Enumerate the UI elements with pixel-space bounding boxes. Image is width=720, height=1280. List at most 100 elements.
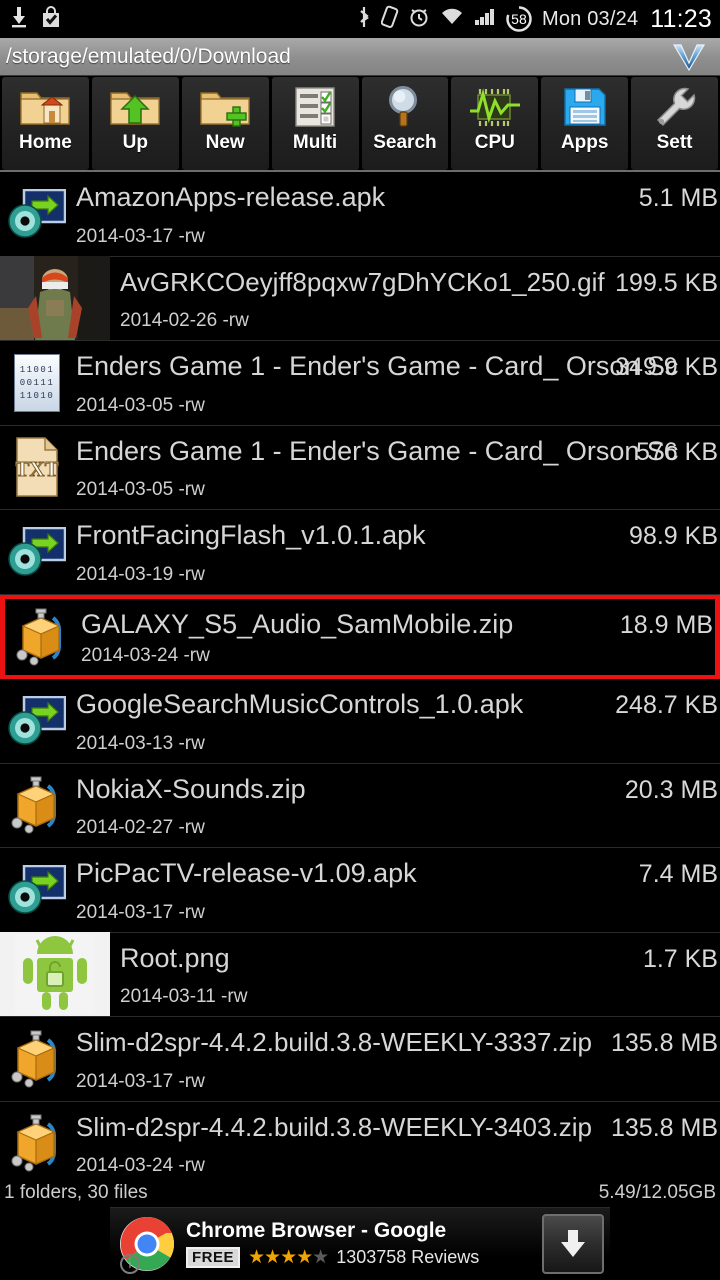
table-row[interactable]: TXT Enders Game 1 - Ender's Game - Card_… <box>0 426 720 510</box>
file-size: 20.3 MB <box>624 775 718 804</box>
toolbar-label-multi: Multi <box>292 132 338 153</box>
toolbar-button-multi[interactable]: Multi <box>271 77 359 170</box>
table-row[interactable]: GoogleSearchMusicControls_1.0.apk 2014-0… <box>0 679 720 764</box>
info-icon[interactable]: i <box>120 1253 140 1274</box>
bluetooth-icon <box>356 5 372 34</box>
folder-home-icon <box>18 84 72 130</box>
file-info: AmazonApps-release.apk 2014-03-17 -rw 5.… <box>72 172 720 256</box>
file-name: Slim-d2spr-4.4.2.build.3.8-WEEKLY-3337.z… <box>76 1027 592 1057</box>
file-date: 2014-02-27 -rw <box>76 817 205 838</box>
file-info: FrontFacingFlash_v1.0.1.apk 2014-03-19 -… <box>72 510 720 594</box>
toolbar-button-cpu[interactable]: CPU <box>451 77 539 170</box>
zip-icon <box>8 1114 66 1172</box>
ad-subtitle-row: FREE ★★★★★ 1303758 Reviews <box>186 1246 479 1269</box>
folder-plus-icon <box>198 84 252 130</box>
file-date: 2014-03-05 -rw <box>76 479 205 500</box>
v-chevron-logo[interactable] <box>672 42 706 72</box>
status-bar-notification-icons <box>8 5 62 34</box>
file-name: GoogleSearchMusicControls_1.0.apk <box>76 689 524 719</box>
table-row[interactable]: PicPacTV-release-v1.09.apk 2014-03-17 -r… <box>0 848 720 933</box>
table-row[interactable]: AmazonApps-release.apk 2014-03-17 -rw 5.… <box>0 172 720 257</box>
file-info: GoogleSearchMusicControls_1.0.apk 2014-0… <box>72 679 720 763</box>
toolbar-button-settings[interactable]: Sett <box>631 77 718 170</box>
toolbar-label-settings: Sett <box>656 132 693 153</box>
nfc-icon <box>380 5 399 34</box>
table-row[interactable]: NokiaX-Sounds.zip 2014-02-27 -rw 20.3 MB <box>0 764 720 848</box>
file-size: 7.4 MB <box>638 860 718 888</box>
file-size: 199.5 KB <box>615 268 718 297</box>
file-size: 576 KB <box>635 437 718 466</box>
path-bar[interactable]: /storage/emulated/0/Download <box>0 38 720 76</box>
table-row[interactable]: AvGRKCOeyjff8pqxw7gDhYCKo1_250.gif 2014-… <box>0 256 720 341</box>
download-icon <box>8 5 30 34</box>
file-size: 98.9 KB <box>629 522 718 550</box>
zip-icon <box>8 1030 66 1088</box>
toolbar-button-apps[interactable]: Apps <box>541 77 629 170</box>
toolbar-button-search[interactable]: Search <box>361 77 449 170</box>
play-store-bag-icon <box>40 5 62 34</box>
current-path-label: /storage/emulated/0/Download <box>6 44 291 68</box>
ad-banner-container: i Chrome Browser - Google FREE ★★★★★ 130… <box>0 1206 720 1280</box>
battery-percent-label: 58 <box>511 11 527 27</box>
file-count-label: 1 folders, 30 files <box>4 1182 148 1203</box>
ad-download-button[interactable] <box>542 1213 604 1274</box>
file-size: 1.7 KB <box>642 944 718 973</box>
table-row-selected[interactable]: GALAXY_S5_Audio_SamMobile.zip 2014-03-24… <box>0 594 720 679</box>
chrome-logo-icon: i <box>116 1213 178 1275</box>
table-row[interactable]: Slim-d2spr-4.4.2.build.3.8-WEEKLY-3403.z… <box>0 1102 720 1181</box>
ad-text-block: Chrome Browser - Google FREE ★★★★★ 13037… <box>186 1219 479 1269</box>
toolbar-label-up: Up <box>122 132 148 153</box>
binary-file-icon: 11001 00111 11010 <box>14 353 60 412</box>
file-name: NokiaX-Sounds.zip <box>76 773 306 804</box>
file-icon-cell <box>0 256 110 341</box>
apk-icon <box>8 864 67 915</box>
file-size: 248.7 KB <box>615 691 718 719</box>
toolbar-button-new[interactable]: New <box>181 77 269 170</box>
download-arrow-icon <box>561 1229 585 1257</box>
file-size: 135.8 MB <box>610 1029 718 1057</box>
status-bar-clock: 11:23 <box>650 4 712 33</box>
table-row[interactable]: Slim-d2spr-4.4.2.build.3.8-WEEKLY-3337.z… <box>0 1017 720 1102</box>
signal-icon <box>474 5 496 34</box>
file-info: Slim-d2spr-4.4.2.build.3.8-WEEKLY-3403.z… <box>72 1102 720 1181</box>
zip-icon <box>8 776 66 834</box>
file-size: 5.1 MB <box>638 184 718 212</box>
file-name: AvGRKCOeyjff8pqxw7gDhYCKo1_250.gif <box>120 266 605 297</box>
file-manager-screen: 58 Mon 03/24 11:23 /storage/emulated/0/D… <box>0 0 720 1280</box>
file-date: 2014-03-17 -rw <box>76 901 205 923</box>
svg-text:TXT: TXT <box>15 457 58 481</box>
file-icon-cell <box>7 598 77 676</box>
toolbar-button-up[interactable]: Up <box>91 77 179 170</box>
file-date: 2014-03-19 -rw <box>76 563 205 585</box>
file-list[interactable]: AmazonApps-release.apk 2014-03-17 -rw 5.… <box>0 170 720 1180</box>
zip-icon <box>13 608 71 666</box>
gif-thumbnail <box>0 256 110 341</box>
file-name: GALAXY_S5_Audio_SamMobile.zip <box>81 608 514 639</box>
table-row[interactable]: 11001 00111 11010 Enders Game 1 - Ender'… <box>0 341 720 426</box>
file-icon-cell <box>2 1020 72 1098</box>
file-info: NokiaX-Sounds.zip 2014-02-27 -rw 20.3 MB <box>72 764 720 848</box>
status-summary-bar: 1 folders, 30 files 5.49/12.05GB <box>0 1180 720 1206</box>
toolbar-button-home[interactable]: Home <box>2 77 89 170</box>
toolbar-label-home: Home <box>19 132 72 153</box>
txt-file-icon: TXT <box>12 436 62 498</box>
file-info: PicPacTV-release-v1.09.apk 2014-03-17 -r… <box>72 848 720 932</box>
wrench-icon <box>650 84 700 130</box>
file-date: 2014-03-05 -rw <box>76 394 205 416</box>
apk-icon <box>8 695 67 746</box>
checklist-icon <box>290 84 340 130</box>
ad-banner[interactable]: i Chrome Browser - Google FREE ★★★★★ 130… <box>110 1207 610 1279</box>
apk-icon <box>8 526 67 577</box>
file-icon-cell <box>2 513 72 591</box>
file-date: 2014-03-11 -rw <box>120 986 248 1007</box>
file-icon-cell <box>2 851 72 929</box>
file-info: AvGRKCOeyjff8pqxw7gDhYCKo1_250.gif 2014-… <box>110 257 720 341</box>
toolbar-label-apps: Apps <box>560 132 609 153</box>
table-row[interactable]: Root.png 2014-03-11 -rw 1.7 KB <box>0 932 720 1017</box>
file-icon-cell <box>0 932 110 1017</box>
file-icon-cell <box>2 766 72 844</box>
file-date: 2014-03-17 -rw <box>76 1070 205 1092</box>
table-row[interactable]: FrontFacingFlash_v1.0.1.apk 2014-03-19 -… <box>0 510 720 595</box>
file-icon-cell <box>2 1104 72 1180</box>
file-name: FrontFacingFlash_v1.0.1.apk <box>76 520 426 550</box>
